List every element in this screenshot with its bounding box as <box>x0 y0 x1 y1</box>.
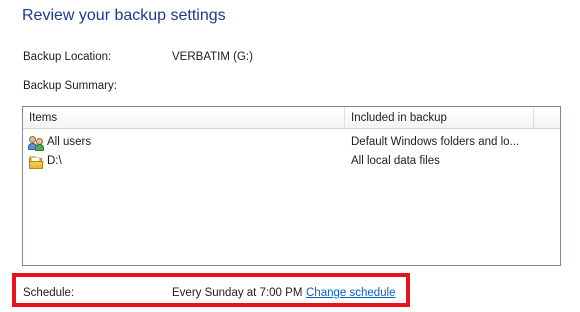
list-item[interactable]: D:\ All local data files <box>23 152 560 171</box>
backup-summary-label: Backup Summary: <box>23 80 117 92</box>
column-header-filler <box>534 107 560 129</box>
included-cell: All local data files <box>351 155 440 167</box>
item-name: D:\ <box>47 155 62 167</box>
backup-location-label: Backup Location: <box>23 51 112 63</box>
users-icon <box>28 135 44 151</box>
change-schedule-link[interactable]: Change schedule <box>306 287 396 299</box>
backup-summary-list[interactable]: Items Included in backup All users Defau… <box>22 106 561 266</box>
page-title: Review your backup settings <box>22 7 226 24</box>
item-cell: All users <box>28 133 91 152</box>
backup-review-page: Review your backup settings Backup Locat… <box>0 0 580 312</box>
included-cell: Default Windows folders and lo... <box>351 136 520 148</box>
schedule-label: Schedule: <box>23 287 75 299</box>
list-item[interactable]: All users Default Windows folders and lo… <box>23 133 560 152</box>
item-cell: D:\ <box>28 152 62 171</box>
schedule-value: Every Sunday at 7:00 PM <box>172 287 303 299</box>
item-name: All users <box>47 136 92 148</box>
list-header: Items Included in backup <box>23 107 560 129</box>
backup-location-value: VERBATIM (G:) <box>172 51 253 63</box>
folder-icon <box>28 154 44 170</box>
column-header-items[interactable]: Items <box>23 107 345 129</box>
column-header-included[interactable]: Included in backup <box>345 107 534 129</box>
